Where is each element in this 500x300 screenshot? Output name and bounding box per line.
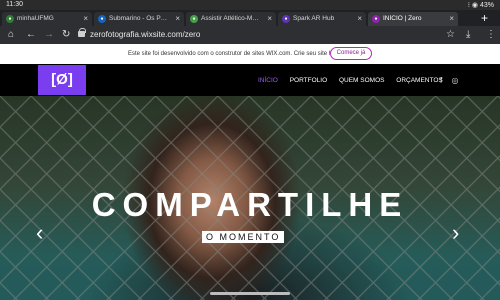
submarino-icon: ● — [98, 15, 106, 23]
nav-item-quem-somos[interactable]: QUEM SOMOS — [339, 77, 385, 84]
tab-inicio-zero[interactable]: ● INÍCIO | Zero × — [368, 12, 458, 26]
wix-banner-text: Este site foi desenvolvido com o constru… — [128, 51, 342, 57]
hero-title: COMPARTILHE — [91, 186, 409, 223]
site-logo[interactable]: [Ø] — [38, 65, 86, 95]
hero-slideshow: COMPARTILHE O MOMENTO ‹ › — [0, 96, 500, 300]
tab-title: INÍCIO | Zero — [383, 15, 422, 22]
status-bar: 11:30 ⁝ ◉ 43% — [0, 0, 500, 10]
bookmark-icon[interactable]: ☆ — [446, 29, 455, 41]
site-header: [Ø] INÍCIO PORTFOLIO QUEM SOMOS ORÇAMENT… — [0, 64, 500, 96]
close-icon[interactable]: × — [449, 14, 454, 23]
tab-spark-ar[interactable]: ● Spark AR Hub × — [278, 12, 366, 26]
next-slide-arrow-icon[interactable]: › — [452, 220, 459, 246]
atletico-icon: ● — [190, 15, 198, 23]
home-icon[interactable]: ⌂ — [8, 29, 14, 41]
tab-atletico[interactable]: ● Assistir Atlético-MG x Co × — [186, 12, 276, 26]
spark-ar-icon: ● — [282, 15, 290, 23]
close-icon[interactable]: × — [267, 14, 272, 23]
tab-minhaufmg[interactable]: ● minhaUFMG × — [2, 12, 92, 26]
social-links: f ◎ — [440, 76, 465, 85]
back-icon[interactable]: ← — [26, 29, 36, 41]
facebook-icon[interactable]: f — [440, 76, 442, 85]
menu-icon[interactable]: ⋮ — [486, 29, 496, 41]
close-icon[interactable]: × — [175, 14, 180, 23]
instagram-icon[interactable]: ◎ — [451, 76, 458, 85]
status-indicators: ⁝ ◉ 43% — [467, 2, 494, 9]
main-nav: INÍCIO PORTFOLIO QUEM SOMOS ORÇAMENTOS — [258, 77, 453, 84]
tab-title: Submarino - Os Produtos — [109, 15, 169, 22]
reload-icon[interactable]: ↻ — [62, 29, 70, 41]
browser-toolbar: ⌂ ← → ↻ zerofotografia.wixsite.com/zero … — [0, 26, 500, 44]
prev-slide-arrow-icon[interactable]: ‹ — [36, 220, 43, 246]
close-icon[interactable]: × — [357, 14, 362, 23]
download-icon[interactable]: ⤓ — [466, 29, 470, 41]
new-tab-button[interactable]: + — [481, 11, 488, 25]
tab-title: minhaUFMG — [17, 15, 54, 22]
home-indicator — [210, 292, 290, 295]
close-icon[interactable]: × — [83, 14, 88, 23]
wix-icon: ● — [372, 15, 380, 23]
tab-strip: ● minhaUFMG × ● Submarino - Os Produtos … — [0, 10, 500, 26]
wix-banner: Este site foi desenvolvido com o constru… — [0, 44, 500, 64]
ufmg-icon: ● — [6, 15, 14, 23]
tab-submarino[interactable]: ● Submarino - Os Produtos × — [94, 12, 184, 26]
nav-item-portfolio[interactable]: PORTFOLIO — [290, 77, 327, 84]
comece-ja-button[interactable]: Comece já — [330, 47, 372, 60]
hero-subtitle: O MOMENTO — [202, 231, 285, 243]
address-bar[interactable]: zerofotografia.wixsite.com/zero — [90, 30, 200, 39]
nav-item-inicio[interactable]: INÍCIO — [258, 77, 278, 84]
tab-title: Spark AR Hub — [293, 15, 335, 22]
status-time: 11:30 — [6, 1, 23, 8]
tab-title: Assistir Atlético-MG x Co — [201, 15, 261, 22]
nav-item-orcamentos[interactable]: ORÇAMENTOS — [396, 77, 442, 84]
forward-icon[interactable]: → — [44, 29, 54, 41]
lock-icon — [78, 28, 86, 37]
